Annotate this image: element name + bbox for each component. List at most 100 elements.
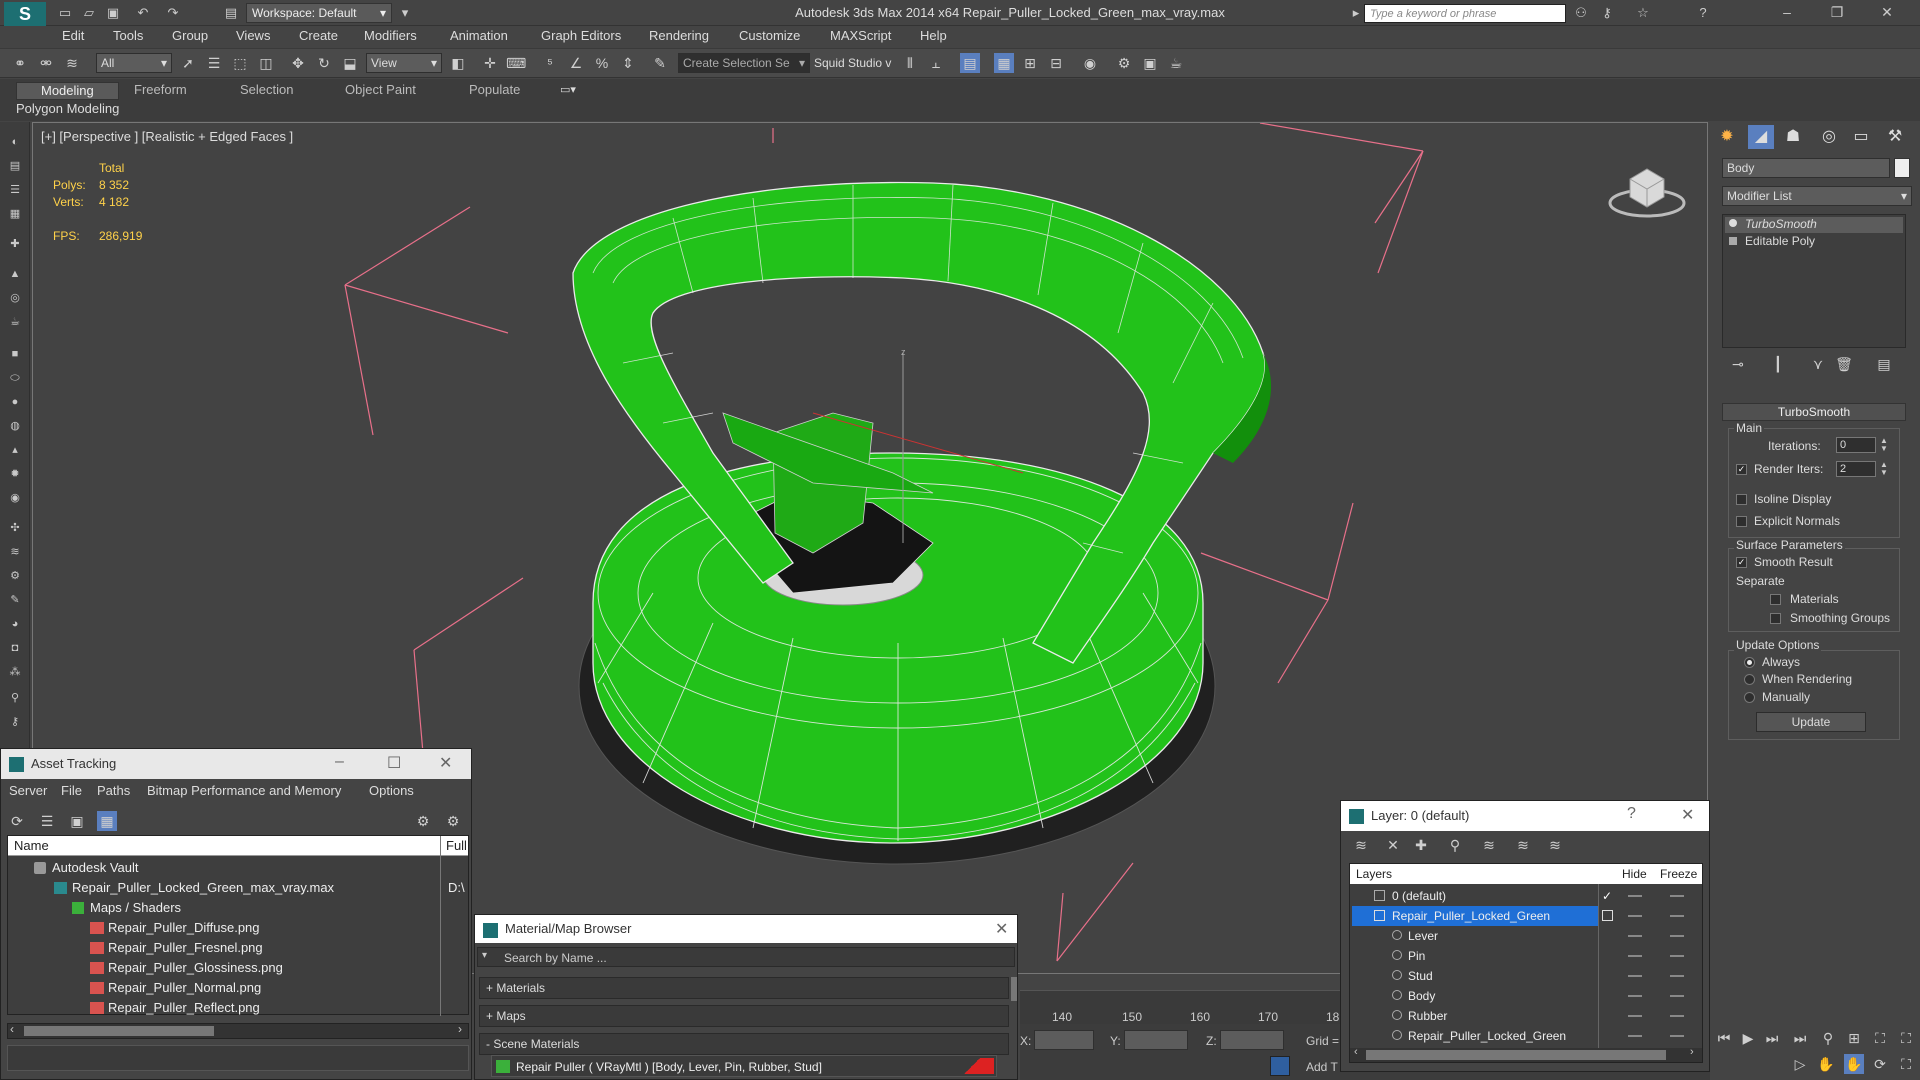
modify-panel-icon[interactable]: ◢: [1748, 125, 1774, 149]
freeze-toggle[interactable]: [1670, 935, 1684, 937]
delete-layer-icon[interactable]: ✕: [1383, 835, 1403, 855]
bind-spacewarp-icon[interactable]: ≋: [62, 53, 82, 73]
configure-sets-icon[interactable]: ▤: [1874, 354, 1894, 374]
key-icon[interactable]: ⚷: [1598, 4, 1616, 22]
scroll-right-icon[interactable]: ›: [458, 1022, 462, 1036]
motion-panel-icon[interactable]: ◎: [1816, 125, 1842, 149]
highlight-layer-icon[interactable]: ≋: [1479, 835, 1499, 855]
hide-toggle[interactable]: [1628, 915, 1642, 917]
asset-table-view-icon[interactable]: ▦: [97, 811, 117, 831]
select-manipulate-icon[interactable]: ✛: [480, 53, 500, 73]
tab-selection[interactable]: Selection: [240, 82, 293, 100]
sphere-icon[interactable]: ●: [7, 394, 23, 410]
particle-icon[interactable]: ⁂: [7, 664, 23, 680]
ribbon-options-icon[interactable]: ▭▾: [560, 83, 584, 97]
hierarchy-panel-icon[interactable]: ☗: [1780, 125, 1806, 149]
orbit-subobject-icon[interactable]: ⟳: [1870, 1054, 1890, 1074]
layer-scroll-left-icon[interactable]: ‹: [1354, 1046, 1358, 1058]
systems-icon[interactable]: ⚙: [7, 568, 23, 584]
asset-thumbnail-icon[interactable]: ▣: [67, 811, 87, 831]
asset-settings-icon[interactable]: ⚙: [443, 811, 463, 831]
selection-lock-icon[interactable]: [1270, 1056, 1290, 1076]
tube-icon[interactable]: ◍: [7, 418, 23, 434]
explicit-normals-checkbox[interactable]: [1736, 516, 1747, 527]
link-icon[interactable]: ⚭: [10, 53, 30, 73]
keyboard-shortcut-icon[interactable]: ⌨: [506, 53, 526, 73]
object-color-swatch[interactable]: [1894, 158, 1910, 178]
hide-toggle[interactable]: [1628, 955, 1642, 957]
asset-horizontal-scrollbar[interactable]: ‹ ›: [7, 1022, 469, 1039]
tab-object-paint[interactable]: Object Paint: [345, 82, 416, 100]
more-icon[interactable]: ▾: [396, 4, 414, 22]
stack-item-editable-poly[interactable]: Editable Poly: [1725, 234, 1903, 250]
freeze-toggle[interactable]: [1670, 1035, 1684, 1037]
tab-freeform[interactable]: Freeform: [134, 82, 187, 100]
new-file-icon[interactable]: ▭: [56, 4, 74, 22]
smooth-result-checkbox[interactable]: ✓: [1736, 557, 1747, 568]
move-icon[interactable]: ✥: [288, 53, 308, 73]
asset-menu-file[interactable]: File: [61, 783, 82, 798]
remove-modifier-icon[interactable]: 🗑: [1834, 354, 1854, 374]
selection-filter-dropdown[interactable]: All ▾: [96, 53, 172, 73]
materials-checkbox[interactable]: [1770, 594, 1781, 605]
asset-close-icon[interactable]: ✕: [439, 753, 452, 773]
lock-icon[interactable]: ⚷: [7, 714, 23, 730]
workspace-dropdown[interactable]: Workspace: Default ▾: [246, 3, 392, 23]
asset-menu-options[interactable]: Options: [369, 783, 414, 798]
go-to-end-icon[interactable]: ⏭: [1790, 1028, 1810, 1048]
table-row[interactable]: Repair_Puller_Fresnel.png: [8, 938, 444, 958]
search-icon[interactable]: ⚲: [7, 690, 23, 706]
field-of-view-icon[interactable]: ▷: [1790, 1054, 1810, 1074]
table-row[interactable]: Autodesk Vault: [8, 858, 444, 878]
modifier-list-dropdown[interactable]: Modifier List ▾: [1722, 186, 1912, 206]
layer-col-freeze[interactable]: Freeze: [1660, 864, 1697, 884]
when-rendering-radio[interactable]: [1744, 674, 1755, 685]
show-end-result-icon[interactable]: ┃: [1768, 354, 1788, 374]
ribbon-polygon-modeling[interactable]: Polygon Modeling: [16, 101, 119, 116]
snaps-toggle-icon[interactable]: ⁵: [540, 53, 560, 73]
torus-icon[interactable]: ◎: [7, 290, 23, 306]
zoom-extents-all-icon[interactable]: ⛶: [1896, 1028, 1916, 1048]
next-frame-icon[interactable]: ⏭: [1762, 1028, 1782, 1048]
play-icon[interactable]: ▶: [1738, 1028, 1758, 1048]
menu-graph-editors[interactable]: Graph Editors: [541, 28, 621, 43]
scroll-left-icon[interactable]: ‹: [10, 1022, 14, 1036]
iterations-spinner-arrows[interactable]: ▲ ▼: [1880, 437, 1888, 453]
maps-group[interactable]: + Maps: [479, 1005, 1009, 1027]
menu-tools[interactable]: Tools: [113, 28, 143, 43]
hide-toggle[interactable]: [1628, 995, 1642, 997]
create-panel-icon[interactable]: ✹: [1714, 125, 1740, 149]
hide-toggle[interactable]: [1628, 975, 1642, 977]
angle-snap-icon[interactable]: ∠: [566, 53, 586, 73]
list-icon[interactable]: ☰: [7, 182, 23, 198]
isoline-checkbox[interactable]: [1736, 494, 1747, 505]
material-scrollbar[interactable]: [1011, 977, 1017, 1001]
cylinder-icon[interactable]: ⬭: [7, 370, 23, 386]
material-browser-close-icon[interactable]: ✕: [995, 919, 1008, 939]
update-button[interactable]: Update: [1756, 712, 1866, 732]
teapot-icon[interactable]: ☕: [7, 314, 23, 330]
menu-create[interactable]: Create: [299, 28, 338, 43]
table-row[interactable]: Repair_Puller_Diffuse.png: [8, 918, 444, 938]
layer-list[interactable]: Layers Hide Freeze 0 (default) ✓ Repair_P…: [1349, 863, 1703, 1063]
add-to-layer-icon[interactable]: ✚: [1411, 835, 1431, 855]
align-icon[interactable]: ⫠: [926, 53, 946, 73]
zoom-extents-icon[interactable]: ⛶: [1870, 1028, 1890, 1048]
materials-group[interactable]: + Materials: [479, 977, 1009, 999]
tab-populate[interactable]: Populate: [469, 82, 520, 100]
helper-icon[interactable]: ✣: [7, 520, 23, 536]
render-teapot-icon[interactable]: ☕: [1166, 53, 1186, 73]
layer-scroll-right-icon[interactable]: ›: [1690, 1046, 1694, 1058]
select-object-icon[interactable]: ➚: [178, 53, 198, 73]
layer-scroll-thumb[interactable]: [1366, 1050, 1666, 1060]
pivot-center-icon[interactable]: ◧: [448, 53, 468, 73]
layer-horizontal-scrollbar[interactable]: ‹ ›: [1350, 1046, 1702, 1062]
menu-maxscript[interactable]: MAXScript: [830, 28, 891, 43]
scene-materials-group[interactable]: - Scene Materials: [479, 1033, 1009, 1055]
scene-explorer-icon[interactable]: ◐: [7, 134, 23, 150]
freeze-toggle[interactable]: [1670, 895, 1684, 897]
expand-icon[interactable]: [1729, 237, 1737, 245]
menu-group[interactable]: Group: [172, 28, 208, 43]
create-icon[interactable]: ✚: [7, 236, 23, 252]
z-coord-field[interactable]: [1220, 1030, 1284, 1050]
